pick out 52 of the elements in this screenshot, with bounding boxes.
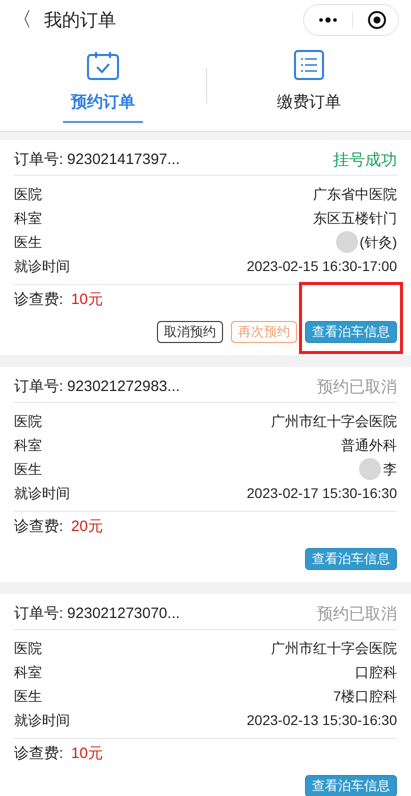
field-value: 2023-02-15 16:30-17:00 (246, 256, 397, 276)
field-label: 科室 (14, 662, 42, 682)
fee-amount: 10元 (71, 744, 103, 764)
order-number: 923021272983... (67, 377, 180, 398)
field-value: 广州市红十字会医院 (271, 412, 397, 430)
field-value: 广州市红十字会医院 (271, 638, 397, 658)
calendar-check-icon (86, 51, 120, 81)
order-number-label: 订单号: (14, 377, 64, 398)
order-status: 预约已取消 (317, 378, 397, 398)
order-status: 挂号成功 (333, 150, 397, 170)
field-value: 口腔科 (355, 662, 397, 682)
order-tab[interactable]: 缴费订单 (206, 40, 411, 131)
field-value: 7楼口腔科 (333, 686, 397, 706)
back-button[interactable]: 〈 (12, 5, 36, 35)
fee-label: 诊查费: (14, 744, 64, 764)
field-value: 李 (383, 460, 397, 478)
field-label: 医院 (14, 412, 42, 430)
field-label: 就诊时间 (14, 484, 70, 502)
field-value: 广东省中医院 (313, 184, 397, 204)
order-action-button[interactable]: 取消预约 (157, 320, 223, 343)
list-icon (292, 49, 325, 81)
order-number-label: 订单号: (14, 604, 64, 624)
field-label: 就诊时间 (14, 256, 70, 276)
field-value: (针灸) (360, 232, 397, 252)
fee-amount: 20元 (71, 516, 103, 537)
field-value: 2023-02-13 15:30-16:30 (246, 710, 397, 730)
fee-label: 诊查费: (14, 290, 64, 310)
order-number-label: 订单号: (14, 150, 64, 170)
order-tab[interactable]: 预约订单 (0, 40, 206, 131)
field-value: 2023-02-17 15:30-16:30 (246, 484, 397, 502)
order-action-button[interactable]: 查看泊车信息 (305, 548, 397, 570)
field-label: 医院 (14, 638, 42, 658)
order-action-button[interactable]: 再次预约 (231, 320, 297, 343)
order-number: 923021273070... (67, 604, 180, 624)
field-label: 医生 (14, 460, 42, 478)
page-title: 我的订单 (44, 8, 116, 32)
field-label: 就诊时间 (14, 710, 70, 730)
field-value: 普通外科 (341, 436, 397, 454)
order-number: 923021417397... (67, 150, 180, 170)
field-label: 医院 (14, 184, 42, 204)
fee-amount: 10元 (71, 290, 103, 310)
field-label: 医生 (14, 686, 42, 706)
order-status: 预约已取消 (317, 604, 397, 624)
field-value: 东区五楼针门 (313, 208, 397, 228)
fee-label: 诊查费: (14, 516, 64, 537)
order-action-button[interactable]: 查看泊车信息 (305, 774, 397, 796)
field-label: 科室 (14, 436, 42, 454)
field-label: 科室 (14, 208, 42, 228)
close-icon[interactable] (367, 10, 387, 30)
order-action-button[interactable]: 查看泊车信息 (305, 320, 397, 343)
more-icon[interactable] (318, 17, 338, 23)
field-label: 医生 (14, 232, 42, 252)
